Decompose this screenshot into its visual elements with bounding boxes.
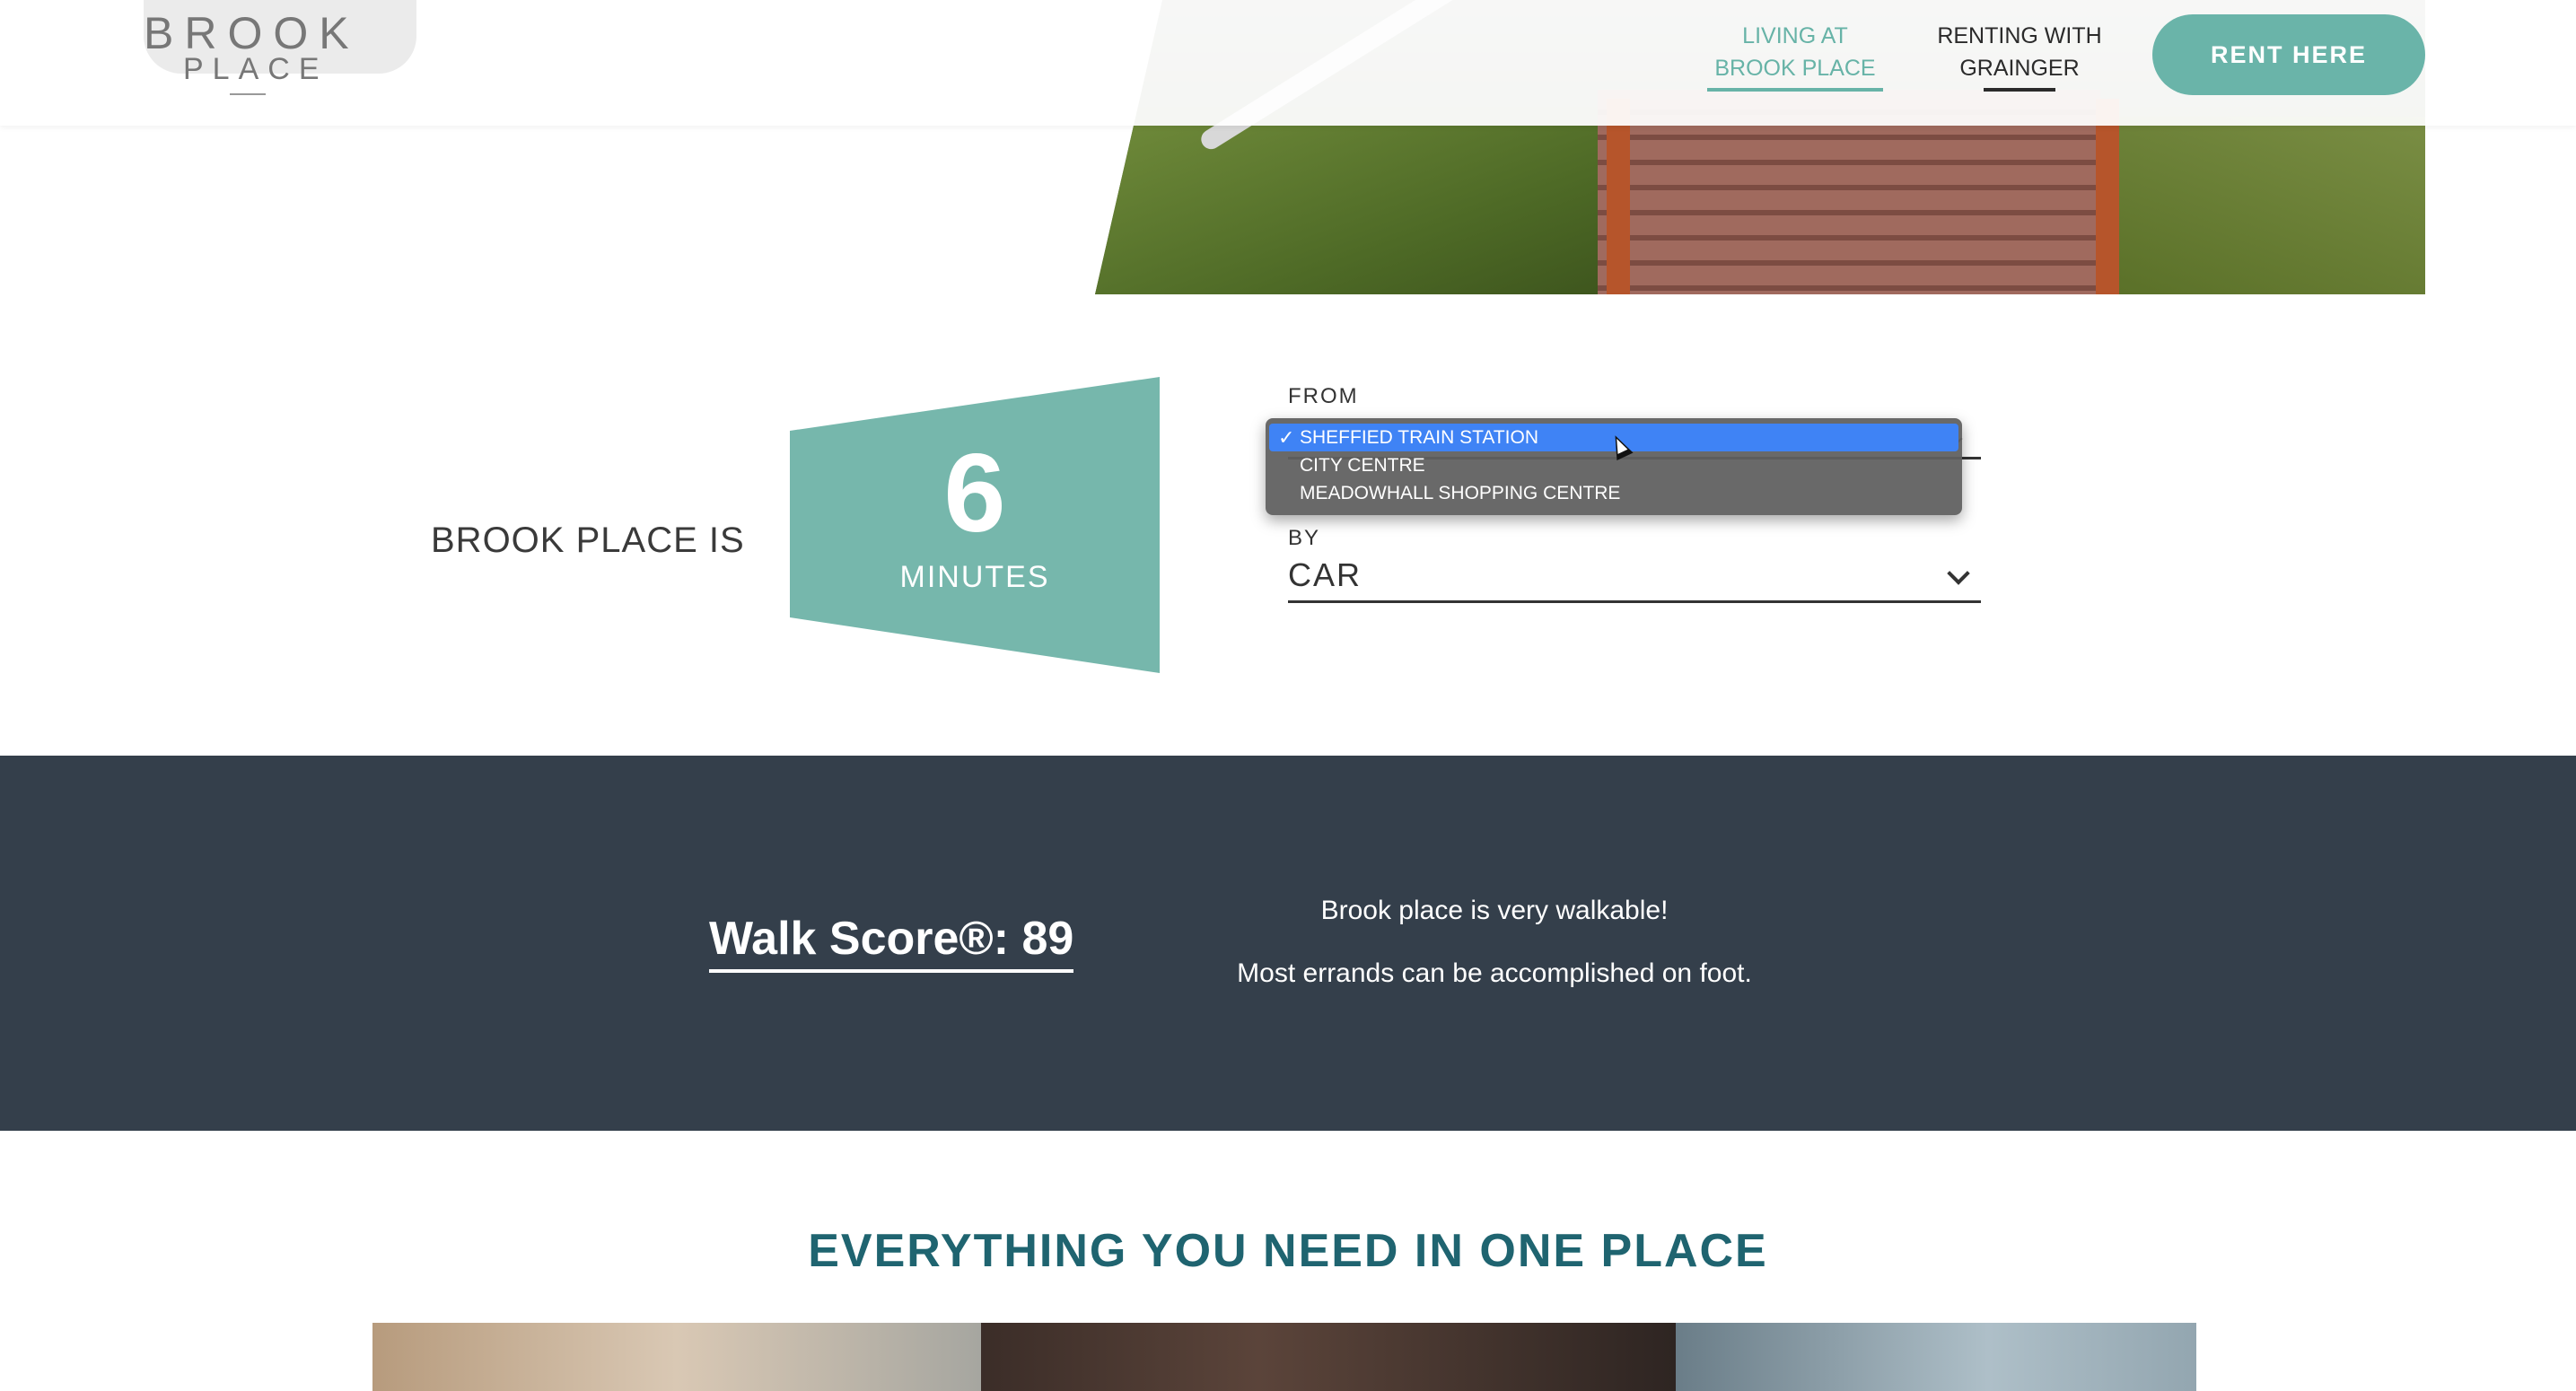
journey-prefix: BROOK PLACE IS bbox=[431, 521, 745, 560]
nav-underline bbox=[1984, 88, 2055, 92]
minutes-label: MINUTES bbox=[899, 560, 1050, 594]
lounge-photo[interactable] bbox=[981, 1323, 1676, 1391]
walk-score-band bbox=[0, 756, 2576, 1131]
from-label: FROM bbox=[1288, 384, 1359, 408]
walk-description-1: Brook place is very walkable! bbox=[1320, 896, 1669, 925]
section-heading: EVERYTHING YOU NEED IN ONE PLACE bbox=[808, 1225, 1768, 1277]
hero-grass bbox=[1095, 126, 1669, 294]
chevron-down-icon[interactable] bbox=[1947, 562, 1970, 585]
by-select-value: CAR bbox=[1288, 556, 1362, 593]
by-select[interactable]: CAR bbox=[1288, 549, 1981, 603]
nav-label-line2: BROOK PLACE bbox=[1714, 56, 1876, 81]
dropdown-option-label: CITY CENTRE bbox=[1300, 455, 1425, 476]
walk-description-2: Most errands can be accomplished on foot… bbox=[1237, 958, 1752, 988]
nav-active-underline bbox=[1707, 88, 1883, 92]
from-dropdown-menu: ✓ SHEFFIED TRAIN STATION CITY CENTRE MEA… bbox=[1266, 418, 1962, 515]
rent-here-button[interactable]: RENT HERE bbox=[2152, 14, 2425, 95]
hero-grass-right bbox=[2100, 117, 2425, 294]
site-header: BROOK PLACE LIVING AT BROOK PLACE RENTIN… bbox=[0, 0, 2576, 126]
image-tiles bbox=[372, 1323, 2196, 1391]
outdoor-photo[interactable] bbox=[1676, 1323, 2196, 1391]
logo-text-bottom[interactable]: PLACE bbox=[183, 52, 329, 87]
dropdown-option-label: MEADOWHALL SHOPPING CENTRE bbox=[1300, 483, 1621, 503]
nav-label-line1: RENTING WITH bbox=[1937, 23, 2102, 48]
nav-label-line1: LIVING AT bbox=[1742, 23, 1848, 48]
nav-renting-with-grainger[interactable]: RENTING WITH GRAINGER bbox=[1916, 20, 2123, 92]
by-label: BY bbox=[1288, 526, 1321, 550]
checkmark-icon: ✓ bbox=[1278, 426, 1295, 449]
walk-score-link[interactable]: Walk Score®: 89 bbox=[709, 912, 1074, 973]
gym-photo[interactable] bbox=[372, 1323, 981, 1391]
dropdown-option-meadowhall[interactable]: MEADOWHALL SHOPPING CENTRE bbox=[1266, 479, 1962, 507]
dropdown-option-label: SHEFFIED TRAIN STATION bbox=[1300, 427, 1539, 448]
minutes-value: 6 bbox=[943, 432, 1006, 556]
hero-post bbox=[2096, 99, 2119, 294]
nav-living-at-brook-place[interactable]: LIVING AT BROOK PLACE bbox=[1705, 20, 1885, 92]
hero-post bbox=[1607, 99, 1630, 294]
logo-underline bbox=[230, 93, 266, 95]
nav-label-line2: GRAINGER bbox=[1959, 56, 2080, 81]
